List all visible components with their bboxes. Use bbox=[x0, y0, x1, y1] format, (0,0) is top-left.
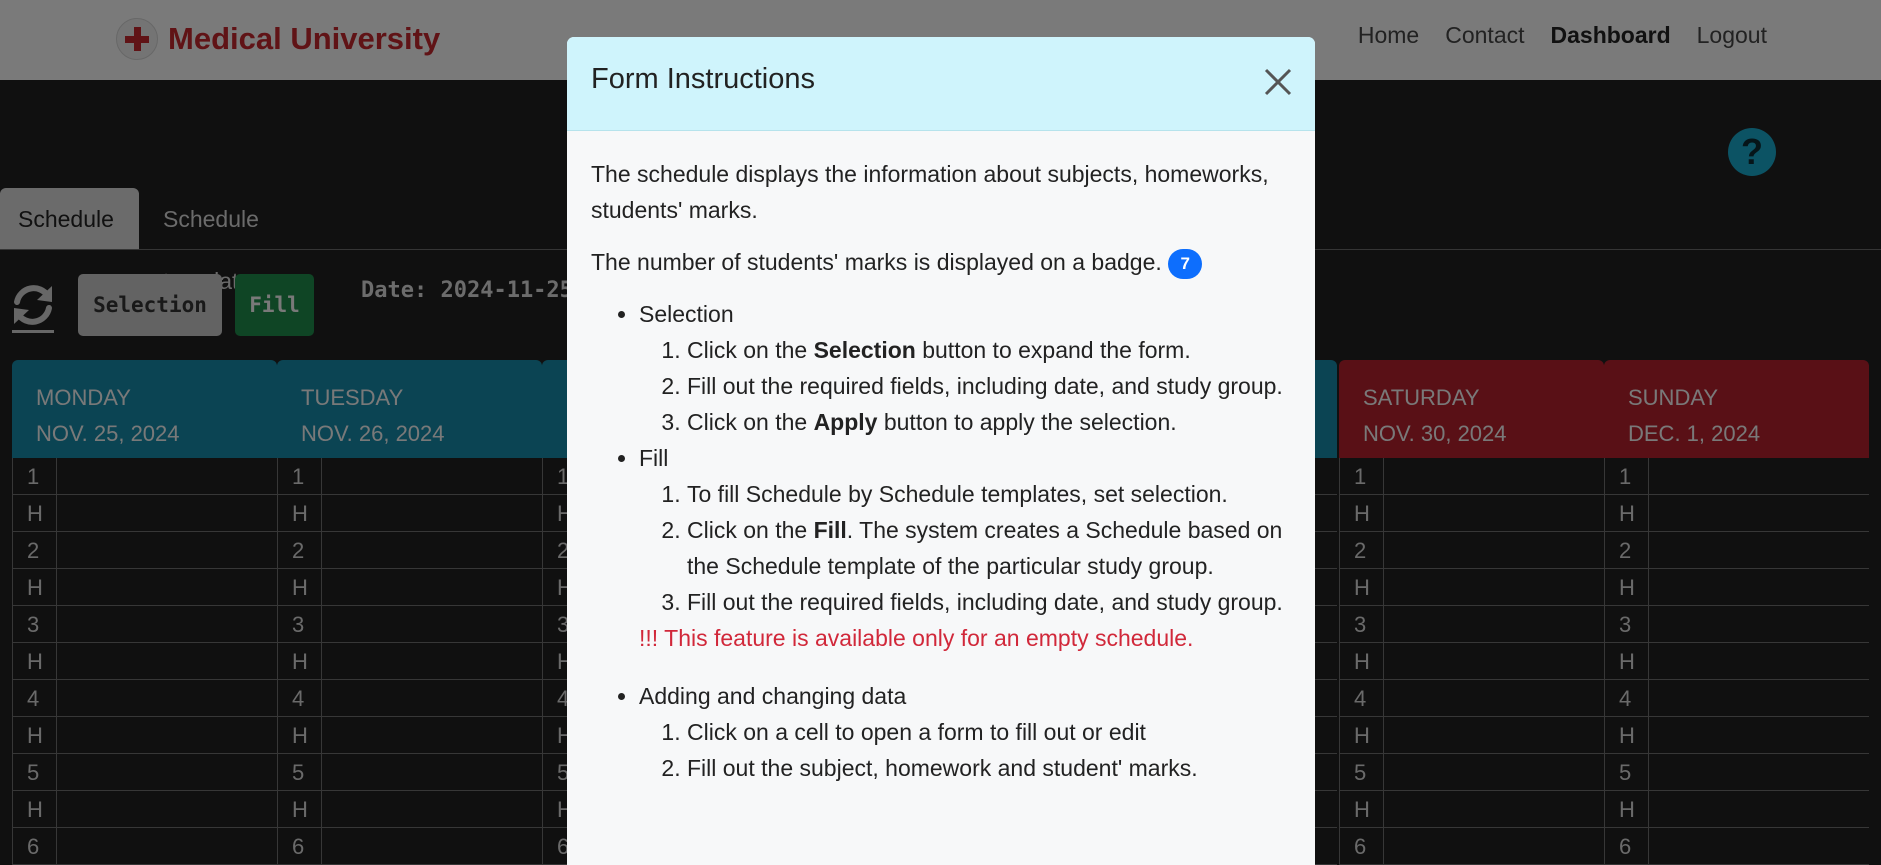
step-text: Click on a cell to open a form to fill o… bbox=[687, 719, 1146, 745]
step-bold: Apply bbox=[813, 409, 878, 435]
section-fill: Fill To fill Schedule by Schedule templa… bbox=[639, 440, 1296, 656]
step-text: Fill out the subject, homework and stude… bbox=[687, 755, 1198, 781]
steps-list: To fill Schedule by Schedule templates, … bbox=[639, 476, 1296, 620]
step-text: Fill out the required fields, including … bbox=[687, 373, 1283, 399]
section-heading: Fill bbox=[639, 445, 669, 471]
section-heading: Adding and changing data bbox=[639, 683, 907, 709]
step: To fill Schedule by Schedule templates, … bbox=[687, 476, 1296, 512]
steps-list: Click on the Selection button to expand … bbox=[639, 332, 1296, 440]
fill-warning: !!! This feature is available only for a… bbox=[639, 625, 1194, 651]
modal-header: Form Instructions bbox=[567, 37, 1315, 131]
badge-note: The number of students' marks is display… bbox=[591, 244, 1296, 280]
step-text: button to apply the selection. bbox=[877, 409, 1177, 435]
step-text: To fill Schedule by Schedule templates, … bbox=[687, 481, 1228, 507]
step: Fill out the required fields, including … bbox=[687, 584, 1296, 620]
step: Click on the Apply button to apply the s… bbox=[687, 404, 1296, 440]
instruction-list: Selection Click on the Selection button … bbox=[591, 296, 1296, 786]
marks-badge: 7 bbox=[1168, 248, 1203, 279]
steps-list: Click on a cell to open a form to fill o… bbox=[639, 714, 1296, 786]
step-text: Click on the bbox=[687, 517, 814, 543]
modal-intro: The schedule displays the information ab… bbox=[591, 161, 1269, 223]
step-bold: Fill bbox=[813, 517, 847, 543]
section-selection: Selection Click on the Selection button … bbox=[639, 296, 1296, 440]
instructions-modal: Form Instructions The schedule displays … bbox=[567, 37, 1315, 865]
step: Click on a cell to open a form to fill o… bbox=[687, 714, 1296, 750]
section-heading: Selection bbox=[639, 301, 734, 327]
step: Fill out the required fields, including … bbox=[687, 368, 1296, 404]
section-adding-data: Adding and changing data Click on a cell… bbox=[639, 678, 1296, 786]
step-text: Fill out the required fields, including … bbox=[687, 589, 1283, 615]
step-text: Click on the bbox=[687, 409, 814, 435]
step: Click on the Fill. The system creates a … bbox=[687, 512, 1296, 584]
step-text: Click on the bbox=[687, 337, 814, 363]
step: Click on the Selection button to expand … bbox=[687, 332, 1296, 368]
modal-body: The schedule displays the information ab… bbox=[591, 156, 1296, 786]
step-bold: Selection bbox=[813, 337, 916, 363]
close-icon[interactable] bbox=[1263, 67, 1293, 97]
step: Fill out the subject, homework and stude… bbox=[687, 750, 1296, 786]
modal-title: Form Instructions bbox=[591, 63, 815, 95]
step-text: button to expand the form. bbox=[915, 337, 1191, 363]
badge-note-text: The number of students' marks is display… bbox=[591, 249, 1162, 275]
